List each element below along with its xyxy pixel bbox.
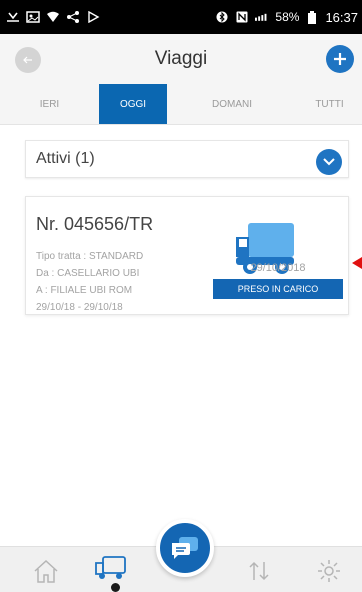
nav-home[interactable]	[30, 555, 62, 587]
share-icon	[66, 11, 80, 23]
route-type: Tipo tratta : STANDARD	[36, 251, 144, 262]
chat-icon	[172, 537, 198, 559]
bluetooth-icon	[215, 11, 229, 23]
wifi-key-icon	[46, 11, 60, 23]
download-icon	[6, 11, 20, 23]
chevron-down-icon	[323, 158, 335, 166]
day-tabs: IERI OGGI DOMANI TUTTI	[0, 84, 362, 125]
trip-to: A : FILIALE UBI ROM	[36, 285, 133, 296]
clock: 16:37	[325, 9, 358, 25]
tab-oggi[interactable]: OGGI	[99, 84, 167, 124]
page-title: Viaggi	[154, 48, 208, 69]
tab-ieri[interactable]: IERI	[0, 84, 99, 124]
status-bar: 58% 16:37	[0, 0, 362, 34]
trip-details: Tipo tratta : STANDARD Da : CASELLARIO U…	[36, 248, 143, 316]
nav-settings[interactable]	[313, 555, 345, 587]
add-trip-button[interactable]	[326, 45, 354, 73]
status-bar-right: 58% 16:37	[215, 10, 358, 25]
arrow-left-icon	[23, 56, 32, 64]
status-badge: PRESO IN CARICO	[213, 279, 343, 299]
expand-button[interactable]	[316, 149, 342, 175]
active-section-header[interactable]: Attivi (1)	[25, 140, 349, 178]
truck-icon	[95, 556, 126, 579]
transfer-icon	[249, 561, 269, 581]
battery-level: 58%	[275, 10, 300, 24]
image-icon	[26, 11, 40, 23]
nav-trips[interactable]	[95, 552, 127, 584]
battery-icon	[305, 10, 319, 24]
trip-date: 29/10/2018	[250, 262, 306, 274]
status-bar-left	[6, 11, 100, 23]
section-label: Attivi (1)	[36, 150, 95, 167]
trip-period: 29/10/18 - 29/10/18	[36, 302, 123, 313]
app-header: Viaggi	[0, 34, 362, 84]
marker-arrow-icon	[352, 257, 362, 269]
chat-button[interactable]	[156, 519, 214, 577]
nav-transfer[interactable]	[243, 555, 275, 587]
trip-number: Nr. 045656/TR	[36, 214, 154, 234]
active-tab-indicator	[111, 583, 120, 592]
signal-icon	[255, 11, 269, 23]
play-icon	[86, 11, 100, 23]
tab-tutti[interactable]: TUTTI	[297, 84, 362, 124]
nfc-icon	[235, 11, 249, 23]
tab-domani[interactable]: DOMANI	[167, 84, 297, 124]
back-button[interactable]	[15, 47, 41, 73]
plus-icon	[334, 53, 346, 65]
trip-from: Da : CASELLARIO UBI	[36, 268, 140, 279]
trip-card[interactable]: Nr. 045656/TR Tipo tratta : STANDARD Da …	[25, 196, 349, 315]
home-icon	[34, 559, 58, 583]
gear-icon	[318, 560, 340, 582]
